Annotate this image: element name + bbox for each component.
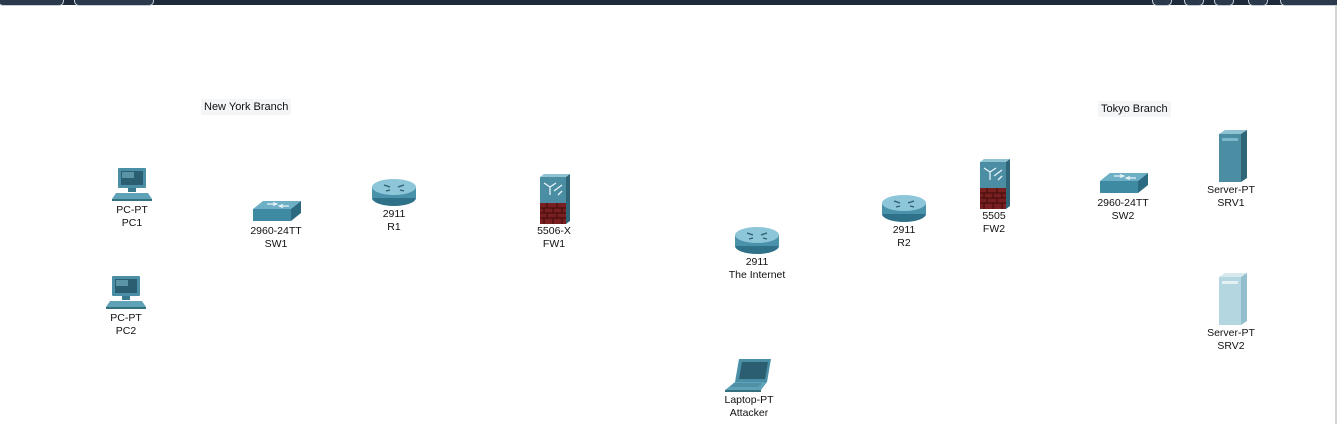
device-model: Server-PT: [1207, 327, 1255, 339]
device-name: SRV1: [1217, 197, 1245, 209]
device-model: 2960-24TT: [250, 225, 302, 237]
server-icon: [1219, 130, 1247, 182]
area-label-new-york: New York Branch: [201, 99, 292, 115]
firewall-icon: [540, 174, 570, 224]
device-model: 2911: [382, 208, 406, 220]
device-r1[interactable]: 2911 R1: [366, 176, 422, 234]
device-pc1[interactable]: PC-PT PC1: [106, 166, 158, 230]
switch-icon: [253, 201, 301, 221]
device-sw1[interactable]: 2960-24TT SW1: [246, 199, 306, 251]
device-model: PC-PT: [110, 312, 142, 324]
device-name: R1: [387, 221, 401, 233]
device-name: FW1: [542, 238, 566, 250]
area-label-tokyo: Tokyo Branch: [1098, 101, 1171, 117]
device-name: The Internet: [728, 269, 786, 281]
device-name: PC2: [115, 325, 137, 337]
device-model: 5506-X: [537, 225, 571, 237]
device-model: Server-PT: [1207, 184, 1255, 196]
device-model: 2911: [892, 224, 916, 236]
device-fw1[interactable]: 5506-X FW1: [526, 173, 582, 251]
device-name: SW2: [1111, 210, 1135, 222]
router-icon: [372, 179, 416, 206]
firewall-icon: [980, 159, 1010, 209]
device-model: PC-PT: [116, 204, 148, 216]
device-name: R2: [897, 237, 911, 249]
server-icon: [1219, 273, 1247, 325]
device-attacker-laptop[interactable]: Laptop-PT Attacker: [716, 356, 782, 420]
pc-icon: [106, 276, 146, 309]
router-icon: [735, 227, 779, 254]
device-r2[interactable]: 2911 R2: [876, 192, 932, 250]
device-name: Attacker: [729, 407, 769, 419]
router-icon: [882, 195, 926, 222]
device-fw2[interactable]: 5505 FW2: [967, 158, 1021, 236]
device-srv1[interactable]: Server-PT SRV1: [1200, 130, 1262, 210]
device-pc2[interactable]: PC-PT PC2: [100, 274, 152, 338]
device-name: SW1: [264, 238, 288, 250]
device-srv2[interactable]: Server-PT SRV2: [1200, 273, 1262, 353]
device-model: 2960-24TT: [1097, 197, 1149, 209]
device-name: PC1: [121, 217, 143, 229]
device-model: 2911: [745, 256, 769, 268]
device-model: 5505: [982, 210, 1006, 222]
device-name: FW2: [982, 223, 1006, 235]
laptop-icon: [725, 359, 771, 392]
logical-workspace-canvas[interactable]: New York Branch Tokyo Branch PC-PT PC1 P…: [0, 5, 1335, 424]
device-sw2[interactable]: 2960-24TT SW2: [1092, 171, 1154, 223]
switch-icon: [1100, 173, 1148, 193]
device-name: SRV2: [1217, 340, 1245, 352]
device-model: Laptop-PT: [724, 394, 774, 406]
device-the-internet[interactable]: 2911 The Internet: [722, 224, 792, 282]
pc-icon: [112, 168, 152, 201]
